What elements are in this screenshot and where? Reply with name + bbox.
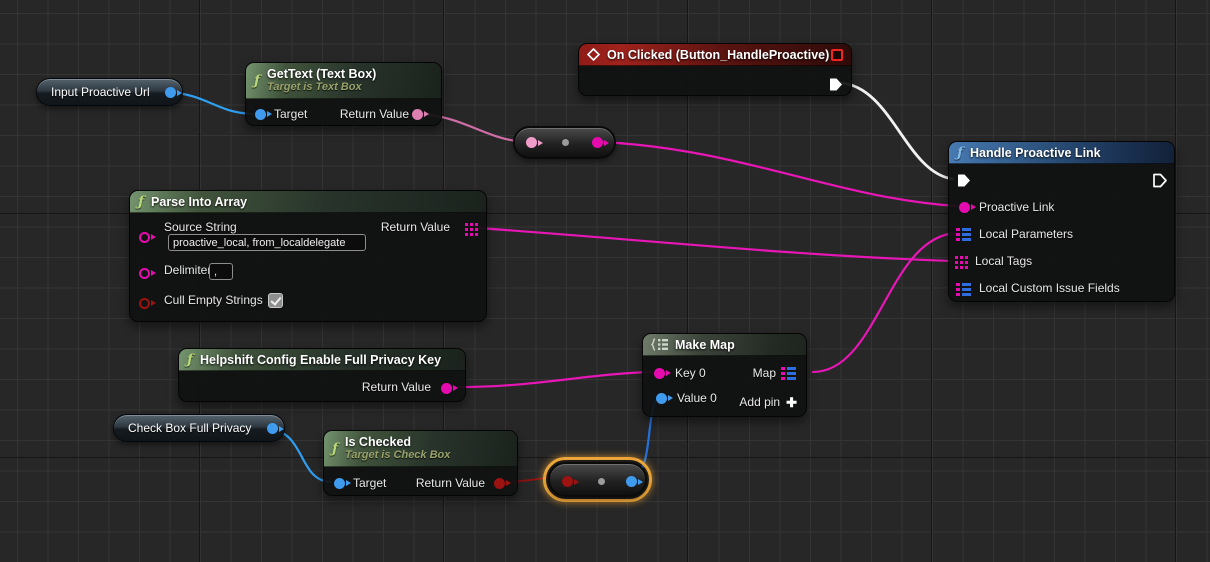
blueprint-canvas[interactable]: Input Proactive Url ƒ GetText (Text Box)… — [0, 0, 1210, 562]
exec-in-pin[interactable] — [956, 173, 972, 188]
conversion-pill[interactable] — [548, 462, 647, 497]
function-icon: ƒ — [187, 353, 193, 367]
conversion-dot-icon — [562, 139, 569, 146]
return-value-pin[interactable] — [494, 478, 505, 489]
return-value-pin[interactable] — [441, 383, 452, 394]
delimiter-pin[interactable] — [139, 268, 150, 279]
variable-label: Check Box Full Privacy — [128, 421, 251, 435]
pin-label-return-value: Return Value — [416, 477, 485, 490]
node-on-clicked[interactable]: On Clicked (Button_HandleProactive) — [578, 43, 852, 96]
node-header[interactable]: ƒ Parse Into Array — [130, 191, 486, 213]
function-icon: ƒ — [254, 74, 260, 88]
pin-label-return-value: Return Value — [381, 221, 450, 234]
node-title: Parse Into Array — [151, 195, 247, 209]
node-title: Is Checked — [345, 436, 450, 449]
pin-label-proactive-link: Proactive Link — [979, 201, 1054, 214]
pin-label-map: Map — [753, 367, 776, 380]
node-is-checked[interactable]: ƒ Is Checked Target is Check Box Target … — [323, 430, 518, 496]
node-subtitle: Target is Text Box — [267, 81, 376, 94]
conversion-input-pin[interactable] — [526, 137, 537, 148]
pin-label-local-custom-issue-fields: Local Custom Issue Fields — [979, 282, 1120, 295]
map-pin-icon[interactable] — [781, 367, 796, 380]
delimiter-input[interactable] — [209, 263, 233, 280]
conversion-dot-icon — [598, 478, 605, 485]
node-header[interactable]: ƒ GetText (Text Box) Target is Text Box — [246, 63, 441, 99]
exec-out-pin[interactable] — [1152, 173, 1168, 188]
target-pin[interactable] — [255, 109, 266, 120]
pin-label-target: Target — [353, 477, 386, 490]
node-handle-proactive-link[interactable]: ƒ Handle Proactive Link Proactive Link L… — [948, 141, 1175, 302]
wire-makemap-to-local-parameters[interactable] — [813, 233, 956, 372]
map-pin-icon[interactable] — [956, 228, 971, 241]
plus-icon: ✚ — [786, 396, 797, 409]
wire-parse-return-to-local-tags[interactable] — [478, 228, 952, 261]
node-subtitle: Target is Check Box — [345, 449, 450, 462]
pin-label-source-string: Source String — [164, 221, 237, 234]
node-gettext[interactable]: ƒ GetText (Text Box) Target is Text Box … — [245, 62, 442, 126]
event-diamond-icon — [587, 48, 600, 61]
pin-label-local-tags: Local Tags — [975, 255, 1032, 268]
pin-label-return-value: Return Value — [340, 108, 409, 121]
node-header[interactable]: ƒ Helpshift Config Enable Full Privacy K… — [179, 349, 465, 371]
add-pin-label: Add pin — [739, 396, 780, 409]
source-string-input[interactable] — [168, 234, 366, 251]
proactive-link-pin[interactable] — [959, 202, 970, 213]
target-pin[interactable] — [334, 478, 345, 489]
wire-reroute-to-proactive-link[interactable] — [602, 142, 956, 206]
key0-pin[interactable] — [654, 368, 665, 379]
return-value-pin[interactable] — [412, 109, 423, 120]
conversion-input-pin[interactable] — [562, 476, 573, 487]
exec-out-pin[interactable] — [828, 77, 844, 92]
node-title: GetText (Text Box) — [267, 68, 376, 81]
node-input-proactive-url[interactable]: Input Proactive Url — [36, 78, 183, 106]
pin-label-value0: Value 0 — [677, 392, 717, 405]
add-pin-button[interactable]: Add pin ✚ — [739, 396, 797, 409]
node-parse-into-array[interactable]: ƒ Parse Into Array Source String Return … — [129, 190, 487, 322]
output-pin-object[interactable] — [267, 423, 278, 434]
make-map-icon — [651, 338, 668, 351]
variable-label: Input Proactive Url — [51, 85, 150, 99]
node-title: On Clicked (Button_HandleProactive) — [607, 48, 829, 62]
output-pin-object[interactable] — [165, 87, 176, 98]
array-pin-icon[interactable] — [955, 256, 968, 269]
node-make-map[interactable]: Make Map Key 0 Value 0 Map Add pin ✚ — [642, 333, 807, 417]
pin-label-key0: Key 0 — [675, 367, 706, 380]
conversion-output-pin[interactable] — [626, 476, 637, 487]
node-header[interactable]: Make Map — [643, 334, 806, 356]
delegate-pin-box[interactable] — [831, 49, 843, 61]
node-title: Make Map — [675, 338, 735, 352]
node-title: Helpshift Config Enable Full Privacy Key — [200, 353, 441, 367]
value0-pin[interactable] — [656, 393, 667, 404]
pin-label-local-parameters: Local Parameters — [979, 228, 1073, 241]
pin-label-delimiter: Delimiter — [164, 264, 211, 277]
node-header[interactable]: ƒ Handle Proactive Link — [949, 142, 1174, 164]
pin-label-cull-empty-strings: Cull Empty Strings — [164, 294, 263, 307]
node-conversion-bool-selected[interactable] — [543, 457, 652, 502]
node-conversion-text-to-string[interactable] — [513, 126, 616, 159]
function-icon: ƒ — [957, 146, 963, 160]
source-string-pin[interactable] — [139, 232, 150, 243]
cull-empty-strings-checkbox[interactable] — [268, 293, 283, 308]
map-pin-icon[interactable] — [956, 283, 971, 296]
conversion-output-pin[interactable] — [592, 137, 603, 148]
function-icon: ƒ — [332, 442, 338, 456]
wire-exec-onclicked-to-handle[interactable] — [841, 83, 953, 179]
node-check-box-full-privacy[interactable]: Check Box Full Privacy — [113, 414, 285, 442]
function-icon: ƒ — [138, 195, 144, 209]
wire-helpshift-return-to-key0[interactable] — [450, 372, 651, 387]
pin-label-return-value: Return Value — [362, 381, 431, 394]
array-pin-icon[interactable] — [465, 223, 478, 236]
node-title: Handle Proactive Link — [970, 146, 1101, 160]
node-header[interactable]: On Clicked (Button_HandleProactive) — [579, 44, 851, 66]
node-helpshift-config-key[interactable]: ƒ Helpshift Config Enable Full Privacy K… — [178, 348, 466, 402]
node-header[interactable]: ƒ Is Checked Target is Check Box — [324, 431, 517, 467]
cull-empty-strings-pin[interactable] — [139, 298, 150, 309]
pin-label-target: Target — [274, 108, 307, 121]
